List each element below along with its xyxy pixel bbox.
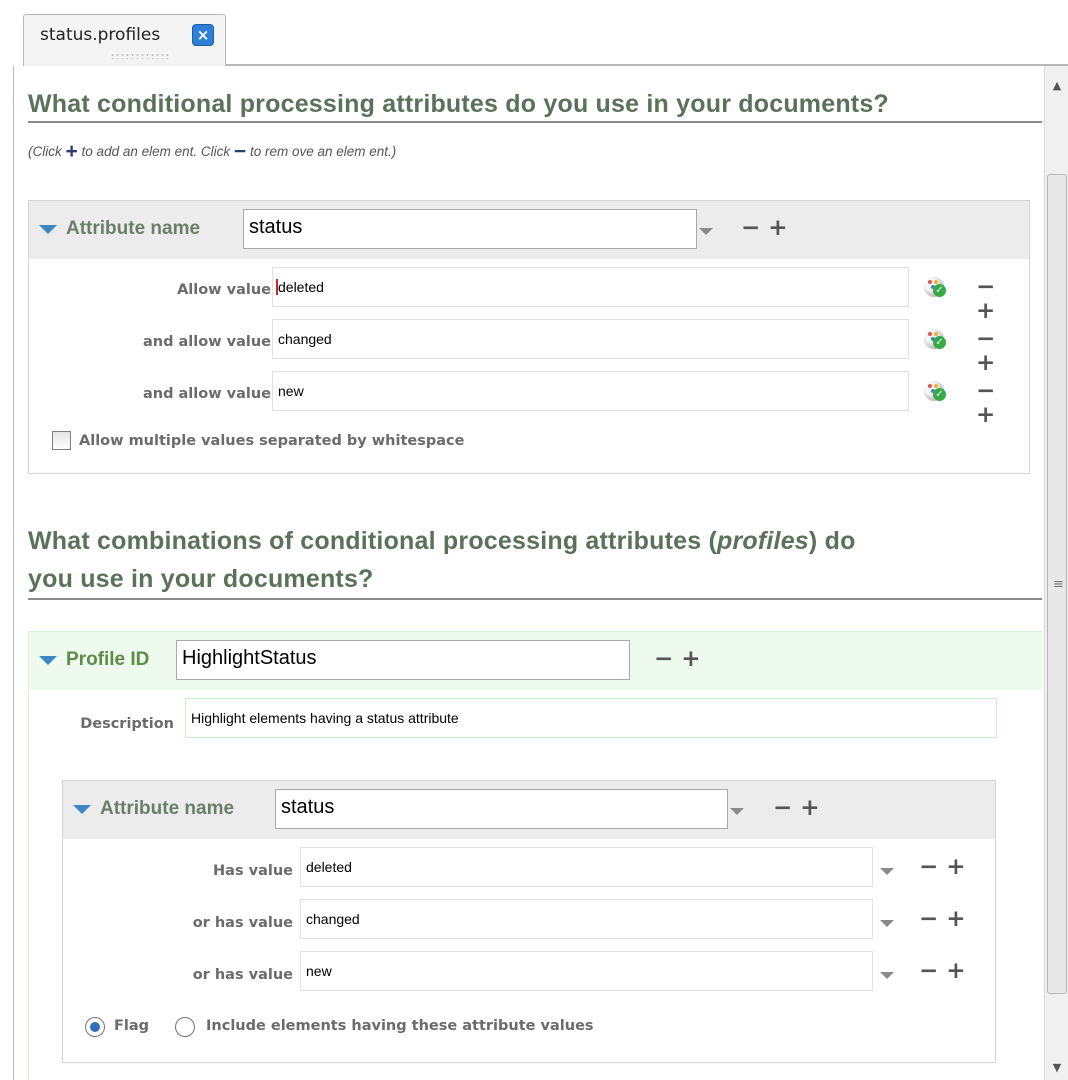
profile-minus-plus: −+ [654, 647, 709, 671]
row-minus-plus: −+ [976, 275, 1029, 323]
tab-bar: status.profiles × [0, 0, 1068, 66]
include-label: Include elements having these attribute … [206, 1018, 594, 1034]
question-text: What combinations of conditional process… [28, 527, 718, 555]
allow-value-label: Allow value [177, 282, 271, 298]
has-value-label: or has value [192, 915, 293, 931]
allow-value-input[interactable]: changed [272, 319, 909, 359]
hint-text-end: to rem ove an elem ent.) [249, 144, 397, 159]
add-button[interactable]: + [946, 958, 973, 984]
form-editor: What conditional processing attributes d… [14, 66, 1043, 1080]
plus-icon: + [65, 140, 78, 163]
dropdown-arrow-icon[interactable] [880, 868, 894, 875]
question-text-end: ) do [808, 527, 856, 555]
expand-triangle-icon[interactable] [39, 656, 57, 665]
row-minus-plus: −+ [976, 379, 1029, 427]
editor-frame: What conditional processing attributes d… [13, 66, 1068, 1080]
has-value-input[interactable]: changed [300, 899, 873, 939]
attribute-name-label: Attribute name [100, 798, 235, 819]
flag-radio[interactable] [85, 1017, 105, 1037]
expand-triangle-icon[interactable] [39, 225, 57, 234]
multiple-values-label: Allow multiple values separated by white… [79, 433, 465, 449]
remove-button[interactable]: − [919, 854, 946, 880]
vertical-scrollbar[interactable]: ▲ ≡ ▼ [1044, 66, 1068, 1080]
scroll-up-icon[interactable]: ▲ [1045, 74, 1068, 98]
has-value-label: Has value [213, 863, 293, 879]
allow-value-label: and allow value [142, 334, 271, 350]
scroll-down-icon[interactable]: ▼ [1045, 1056, 1068, 1080]
profile-group: Profile ID HighlightStatus −+ Descriptio… [28, 631, 1042, 1080]
add-button[interactable]: + [976, 350, 1003, 376]
profile-id-input[interactable]: HighlightStatus [176, 640, 630, 680]
description-label: Description [80, 716, 174, 732]
profile-attribute-group: Attribute name status −+ Has value delet… [62, 780, 996, 1063]
spellcheck-icon[interactable] [924, 329, 946, 349]
spellcheck-icon[interactable] [924, 277, 946, 297]
description-input[interactable]: Highlight elements having a status attri… [185, 698, 997, 738]
remove-button[interactable]: − [976, 274, 1003, 300]
question-italic: profiles [717, 527, 809, 555]
dropdown-arrow-icon[interactable] [880, 972, 894, 979]
profile-attribute-name-input[interactable]: status [275, 789, 728, 829]
section-heading-attributes: What conditional processing attributes d… [28, 90, 1042, 123]
tab-status-profiles[interactable]: status.profiles × [23, 14, 226, 66]
row-minus-plus: −+ [919, 855, 974, 879]
add-button[interactable]: + [681, 646, 708, 672]
attribute-header: Attribute name status −+ [29, 201, 1029, 259]
spellcheck-icon[interactable] [924, 381, 946, 401]
row-minus-plus: −+ [976, 327, 1029, 375]
attribute-group: Attribute name status −+ Allow value del… [28, 200, 1030, 474]
close-icon[interactable]: × [192, 24, 214, 46]
minus-icon: − [233, 140, 247, 163]
section-heading-profiles: What combinations of conditional process… [28, 522, 1042, 600]
remove-button[interactable]: − [919, 906, 946, 932]
question-text-line2: you use in your documents? [28, 565, 374, 593]
allow-value-label: and allow value [142, 386, 271, 402]
allow-value-input[interactable]: new [272, 371, 909, 411]
remove-button[interactable]: − [919, 958, 946, 984]
row-minus-plus: −+ [919, 907, 974, 931]
attribute-name-input[interactable]: status [243, 209, 697, 249]
scrollbar-thumb[interactable]: ≡ [1047, 174, 1067, 994]
has-value-input[interactable]: deleted [300, 847, 873, 887]
add-button[interactable]: + [946, 906, 973, 932]
hint-text-start: (Click [28, 144, 62, 159]
dropdown-arrow-icon[interactable] [730, 808, 744, 815]
add-button[interactable]: + [976, 402, 1003, 428]
grip-icon: ≡ [1053, 577, 1064, 592]
add-button[interactable]: + [800, 795, 827, 821]
expand-triangle-icon[interactable] [73, 805, 91, 814]
tab-grip-icon[interactable] [110, 53, 170, 59]
multiple-values-checkbox[interactable] [52, 431, 71, 450]
profile-attribute-minus-plus: −+ [773, 796, 828, 820]
profile-id-label: Profile ID [66, 649, 150, 670]
remove-button[interactable]: − [976, 326, 1003, 352]
add-button[interactable]: + [976, 298, 1003, 324]
add-button[interactable]: + [946, 854, 973, 880]
profile-header: Profile ID HighlightStatus −+ [29, 632, 1042, 690]
remove-button[interactable]: − [773, 795, 800, 821]
remove-button[interactable]: − [654, 646, 681, 672]
include-radio[interactable] [175, 1017, 195, 1037]
row-minus-plus: −+ [919, 959, 974, 983]
allow-value-text: deleted [278, 279, 324, 295]
remove-button[interactable]: − [976, 378, 1003, 404]
profile-attribute-header: Attribute name status −+ [63, 781, 995, 839]
attribute-minus-plus: −+ [741, 216, 796, 240]
tab-title: status.profiles [40, 25, 161, 45]
remove-button[interactable]: − [741, 215, 768, 241]
has-value-input[interactable]: new [300, 951, 873, 991]
allow-value-input[interactable]: deleted [272, 267, 909, 307]
has-value-label: or has value [192, 967, 293, 983]
flag-label: Flag [114, 1018, 150, 1034]
attribute-name-label: Attribute name [66, 218, 201, 239]
help-hint: (Click + to add an elem ent. Click − to … [28, 140, 396, 164]
add-button[interactable]: + [768, 215, 795, 241]
hint-text-mid: to add an elem ent. Click [81, 144, 231, 159]
dropdown-arrow-icon[interactable] [699, 228, 713, 235]
dropdown-arrow-icon[interactable] [880, 920, 894, 927]
